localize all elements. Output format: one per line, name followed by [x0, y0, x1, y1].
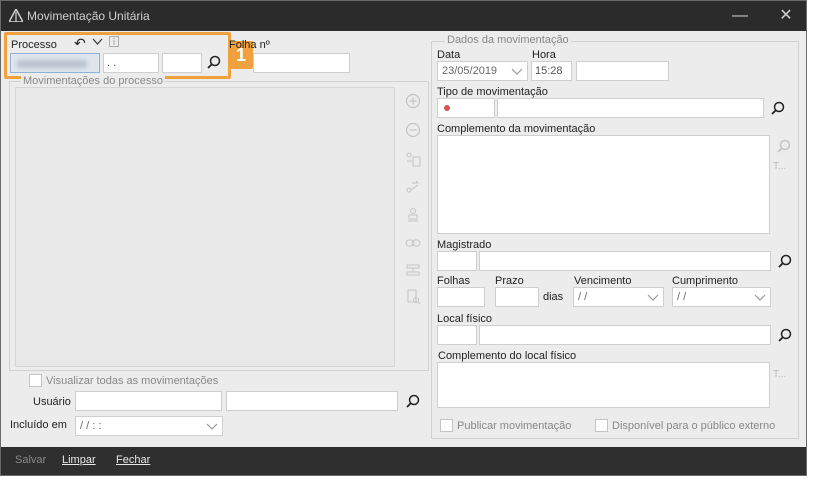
- data-select[interactable]: 23/05/2019: [437, 61, 528, 81]
- complemento-textarea[interactable]: [437, 135, 770, 234]
- hora-label: Hora: [532, 49, 556, 61]
- usuario-search-icon[interactable]: [404, 393, 422, 411]
- usuario-name-input[interactable]: [226, 391, 398, 411]
- dados-group-label: Dados da movimentação: [445, 34, 571, 46]
- data-value: 23/05/2019: [442, 65, 498, 77]
- minimize-button[interactable]: —: [718, 1, 762, 31]
- local-label: Local físico: [437, 313, 493, 325]
- network-icon[interactable]: [405, 262, 421, 278]
- cumprimento-label: Cumprimento: [672, 275, 739, 287]
- publicar-label[interactable]: Publicar movimentação: [457, 420, 571, 432]
- local-name-input[interactable]: [479, 325, 771, 345]
- magistrado-name-input[interactable]: [479, 251, 771, 271]
- complemento-text-button[interactable]: T...: [773, 161, 786, 172]
- tipo-code-input[interactable]: [437, 98, 495, 118]
- cumprimento-select[interactable]: / /: [672, 287, 771, 307]
- local-code-input[interactable]: [437, 325, 477, 345]
- visualizar-todas-label[interactable]: Visualizar todas as movimentações: [46, 375, 218, 387]
- complemento-search-icon[interactable]: [775, 138, 793, 156]
- magistrado-code-input[interactable]: [437, 251, 477, 271]
- visualizar-todas-checkbox[interactable]: [29, 374, 42, 387]
- app-logo-icon: [9, 9, 23, 22]
- fechar-button[interactable]: Fechar: [116, 454, 150, 466]
- usuario-code-input[interactable]: [75, 391, 222, 411]
- incluido-em-label: Incluído em: [10, 419, 67, 431]
- magistrado-label: Magistrado: [437, 239, 492, 251]
- tipo-label: Tipo de movimentação: [437, 86, 548, 98]
- chevron-down-icon: [647, 294, 659, 301]
- cumprimento-value: / /: [677, 291, 687, 303]
- vencimento-select[interactable]: / /: [573, 287, 664, 307]
- footer-bar: Salvar Limpar Fechar: [1, 447, 806, 475]
- add-icon[interactable]: [405, 93, 421, 109]
- limpar-button[interactable]: Limpar: [62, 454, 96, 466]
- disponivel-checkbox[interactable]: [595, 419, 608, 432]
- document-search-icon[interactable]: [405, 289, 421, 305]
- local-search-icon[interactable]: [776, 327, 794, 345]
- chevron-down-icon: [511, 68, 523, 75]
- folha-input[interactable]: [253, 53, 350, 73]
- complemento-label: Complemento da movimentação: [437, 123, 596, 135]
- complemento-local-textarea[interactable]: [437, 362, 770, 408]
- incluido-em-select[interactable]: / / : :: [75, 416, 223, 436]
- remove-icon[interactable]: [405, 122, 421, 138]
- folhas-input[interactable]: [437, 287, 485, 307]
- data-label: Data: [437, 49, 461, 61]
- movimentacoes-group-label: Movimentações do processo: [21, 75, 166, 87]
- hora-input[interactable]: 15:28: [531, 61, 572, 81]
- dias-label: dias: [543, 291, 564, 303]
- complemento-local-label: Complemento do local físico: [438, 350, 577, 362]
- tipo-desc-input[interactable]: [497, 98, 764, 118]
- vencimento-label: Vencimento: [574, 275, 632, 287]
- document-users-icon[interactable]: [405, 151, 421, 167]
- chevron-down-icon: [206, 423, 218, 430]
- transfer-icon[interactable]: [405, 179, 421, 195]
- prazo-label: Prazo: [495, 275, 524, 287]
- hora-extra-input[interactable]: [576, 61, 669, 81]
- main-window: Movimentação Unitária — ✕ Processo ↶ . .…: [0, 0, 807, 476]
- disponivel-label[interactable]: Disponível para o público externo: [612, 420, 775, 432]
- complemento-local-text-button[interactable]: T...: [773, 369, 786, 380]
- magistrado-search-icon[interactable]: [776, 253, 794, 271]
- movimentacoes-list[interactable]: [15, 87, 395, 367]
- required-dot-icon: [444, 105, 450, 111]
- link-icon[interactable]: [405, 235, 421, 251]
- prazo-input[interactable]: [495, 287, 539, 307]
- close-button[interactable]: ✕: [764, 1, 808, 31]
- window-title: Movimentação Unitária: [27, 9, 150, 23]
- incluido-em-value: / / : :: [80, 420, 102, 432]
- usuario-label: Usuário: [33, 396, 71, 408]
- chevron-down-icon: [754, 294, 766, 301]
- folhas-label: Folhas: [437, 275, 471, 287]
- publicar-checkbox[interactable]: [440, 419, 453, 432]
- title-bar: Movimentação Unitária — ✕: [1, 1, 806, 31]
- tipo-search-icon[interactable]: [769, 100, 787, 118]
- stamp-icon[interactable]: [405, 207, 421, 223]
- salvar-button[interactable]: Salvar: [15, 454, 46, 466]
- vencimento-value: / /: [578, 291, 588, 303]
- processo-highlight: [4, 32, 231, 79]
- folha-label: Folha nº: [229, 39, 270, 51]
